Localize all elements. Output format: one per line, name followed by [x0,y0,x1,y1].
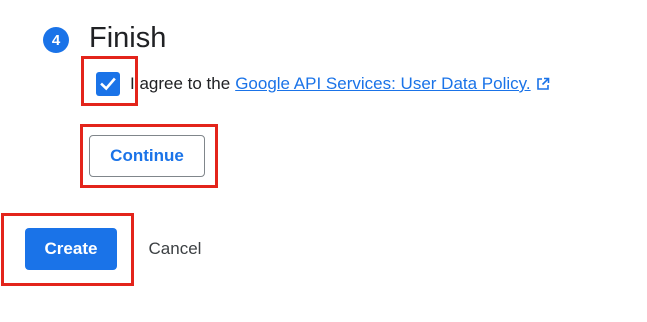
checkmark-icon [100,77,116,91]
external-link-icon [536,77,550,91]
agreement-row: I agree to the Google API Services: User… [130,72,550,96]
cancel-button[interactable]: Cancel [134,228,216,270]
step-number-badge: 4 [43,27,69,53]
agree-checkbox[interactable] [96,72,120,96]
create-button[interactable]: Create [25,228,117,270]
agreement-text: I agree to the [130,74,231,93]
step-title: Finish [89,22,167,54]
user-data-policy-link[interactable]: Google API Services: User Data Policy. [235,74,530,94]
continue-button[interactable]: Continue [89,135,205,177]
